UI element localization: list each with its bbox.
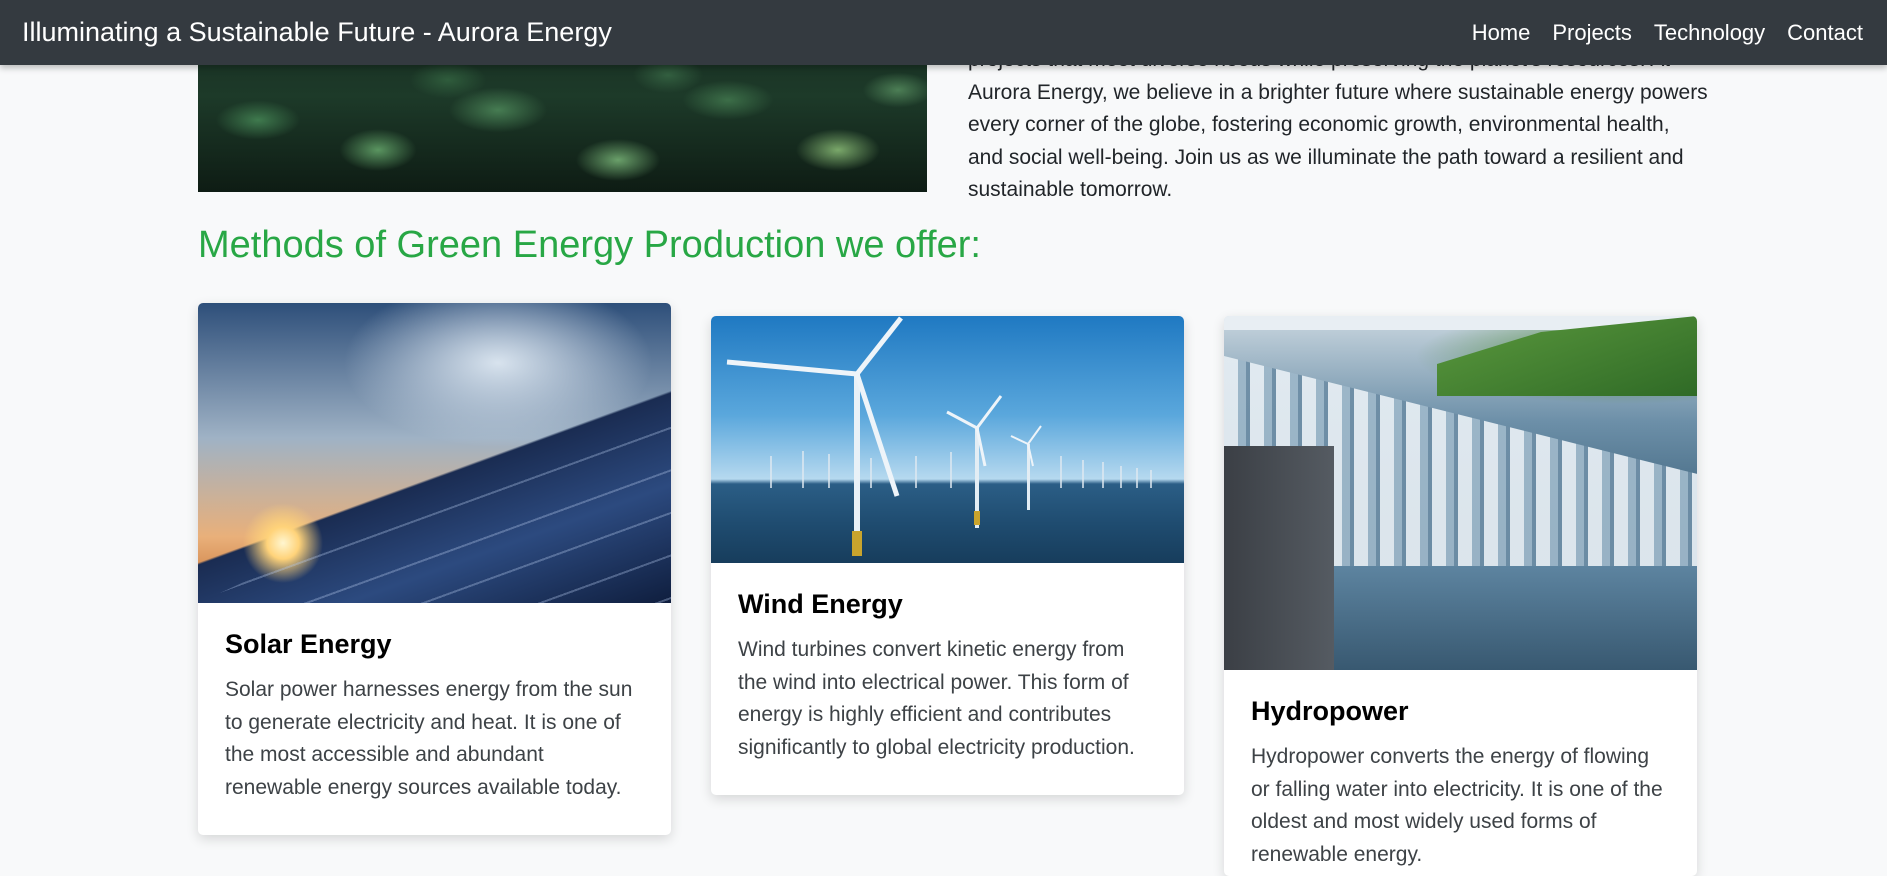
intro-paragraph: Aurora Energy, we believe in a brighter … (968, 80, 1708, 202)
card-text: Hydropower converts the energy of flowin… (1251, 745, 1663, 866)
nav-links: Home Projects Technology Contact (1450, 20, 1863, 46)
nav-link-home[interactable]: Home (1472, 20, 1531, 46)
intro-text: projects that meet diverse needs while p… (968, 44, 1708, 207)
card-title: Wind Energy (738, 589, 903, 619)
navbar: Illuminating a Sustainable Future - Auro… (0, 0, 1887, 65)
dam-building (1224, 446, 1334, 670)
solar-panel-grid (198, 387, 671, 603)
wind-turbines-illustration (726, 316, 1152, 556)
card-body: Solar Energy Solar power harnesses energ… (198, 629, 671, 804)
hydro-dam-image (1224, 316, 1697, 670)
card-solar-energy: Solar Energy Solar power harnesses energ… (198, 303, 671, 835)
nav-link-contact[interactable]: Contact (1787, 20, 1863, 46)
card-hydropower: Hydropower Hydropower converts the energ… (1224, 316, 1697, 876)
card-body: Hydropower Hydropower converts the energ… (1224, 696, 1697, 871)
card-title: Hydropower (1251, 696, 1409, 726)
card-text: Solar power harnesses energy from the su… (225, 678, 633, 799)
card-wind-energy: Wind Energy Wind turbines convert kineti… (711, 316, 1184, 795)
card-text: Wind turbines convert kinetic energy fro… (738, 638, 1135, 759)
solar-panel-image (198, 303, 671, 603)
card-title: Solar Energy (225, 629, 392, 659)
brand-link[interactable]: Illuminating a Sustainable Future - Auro… (22, 17, 612, 48)
nav-link-projects[interactable]: Projects (1552, 20, 1631, 46)
card-body: Wind Energy Wind turbines convert kineti… (711, 589, 1184, 764)
dam-hill (1437, 316, 1697, 396)
wind-turbines-image (711, 316, 1184, 563)
nav-link-technology[interactable]: Technology (1654, 20, 1765, 46)
methods-section-title: Methods of Green Energy Production we of… (198, 224, 981, 266)
